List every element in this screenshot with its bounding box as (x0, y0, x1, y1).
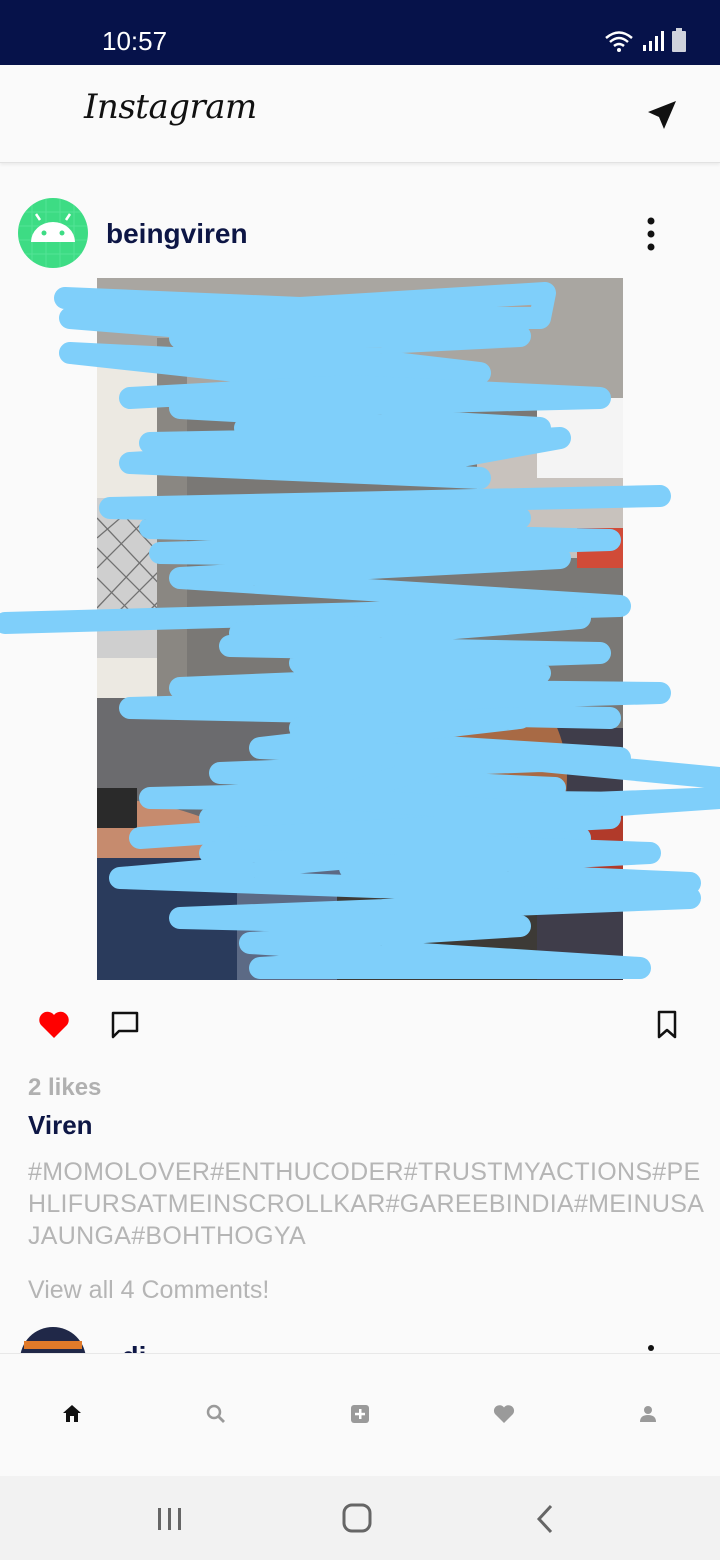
app-bar: Instagram (0, 65, 720, 163)
system-navigation-bar (0, 1476, 720, 1560)
next-post-avatar[interactable] (20, 1327, 86, 1355)
android-icon (18, 198, 88, 268)
post-avatar[interactable] (18, 198, 88, 268)
profile-icon[interactable] (636, 1402, 660, 1426)
home-icon[interactable] (60, 1402, 84, 1426)
comment-icon[interactable] (110, 1010, 140, 1040)
add-post-icon[interactable] (348, 1402, 372, 1426)
post-caption: #MOMOLOVER#ENTHUCODER#TRUSTMYACTIONS#PEH… (28, 1158, 705, 1250)
caption-username[interactable]: Viren (28, 1110, 93, 1141)
next-post-more-icon[interactable] (648, 1345, 654, 1351)
status-bar: 10:57 (0, 0, 720, 65)
wifi-icon (605, 31, 633, 52)
signal-icon (643, 31, 664, 51)
send-icon[interactable] (644, 99, 678, 133)
recent-apps-icon[interactable] (150, 1502, 190, 1536)
heart-icon[interactable] (38, 1010, 70, 1040)
post-image[interactable] (97, 278, 623, 980)
next-post-header: ..di (0, 1325, 720, 1355)
more-options-icon[interactable] (640, 216, 662, 252)
search-icon[interactable] (204, 1402, 228, 1426)
post-header: beingviren (0, 198, 720, 272)
app-logo: Instagram (84, 87, 257, 127)
status-icons (604, 28, 686, 52)
home-button-icon[interactable] (337, 1502, 377, 1536)
activity-heart-icon[interactable] (492, 1402, 516, 1426)
status-time: 10:57 (102, 26, 168, 56)
likes-count: 2 likes (28, 1074, 102, 1101)
back-icon[interactable] (525, 1502, 565, 1536)
view-comments-link[interactable]: View all 4 Comments! (28, 1276, 269, 1305)
post-actions (0, 1000, 720, 1050)
post-username[interactable]: beingviren (106, 218, 248, 250)
bottom-navigation (0, 1353, 720, 1477)
bookmark-icon[interactable] (656, 1010, 678, 1040)
battery-icon (672, 28, 686, 52)
